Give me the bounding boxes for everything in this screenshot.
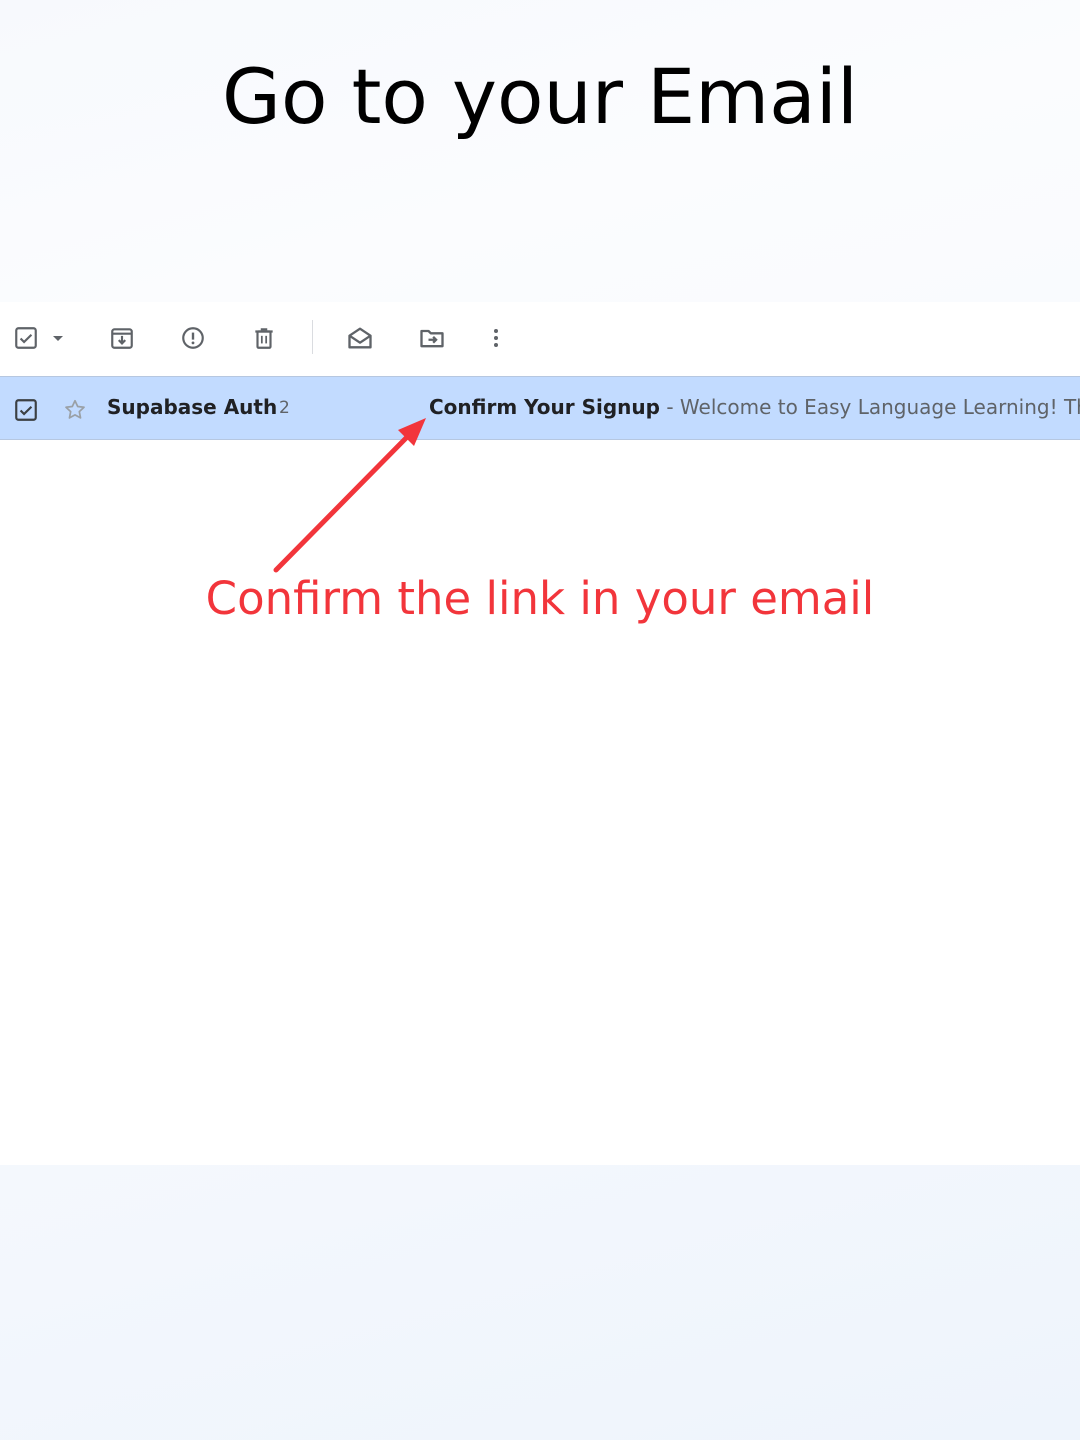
annotation-text: Confirm the link in your email [205,572,875,625]
annotation-arrow [273,418,426,573]
